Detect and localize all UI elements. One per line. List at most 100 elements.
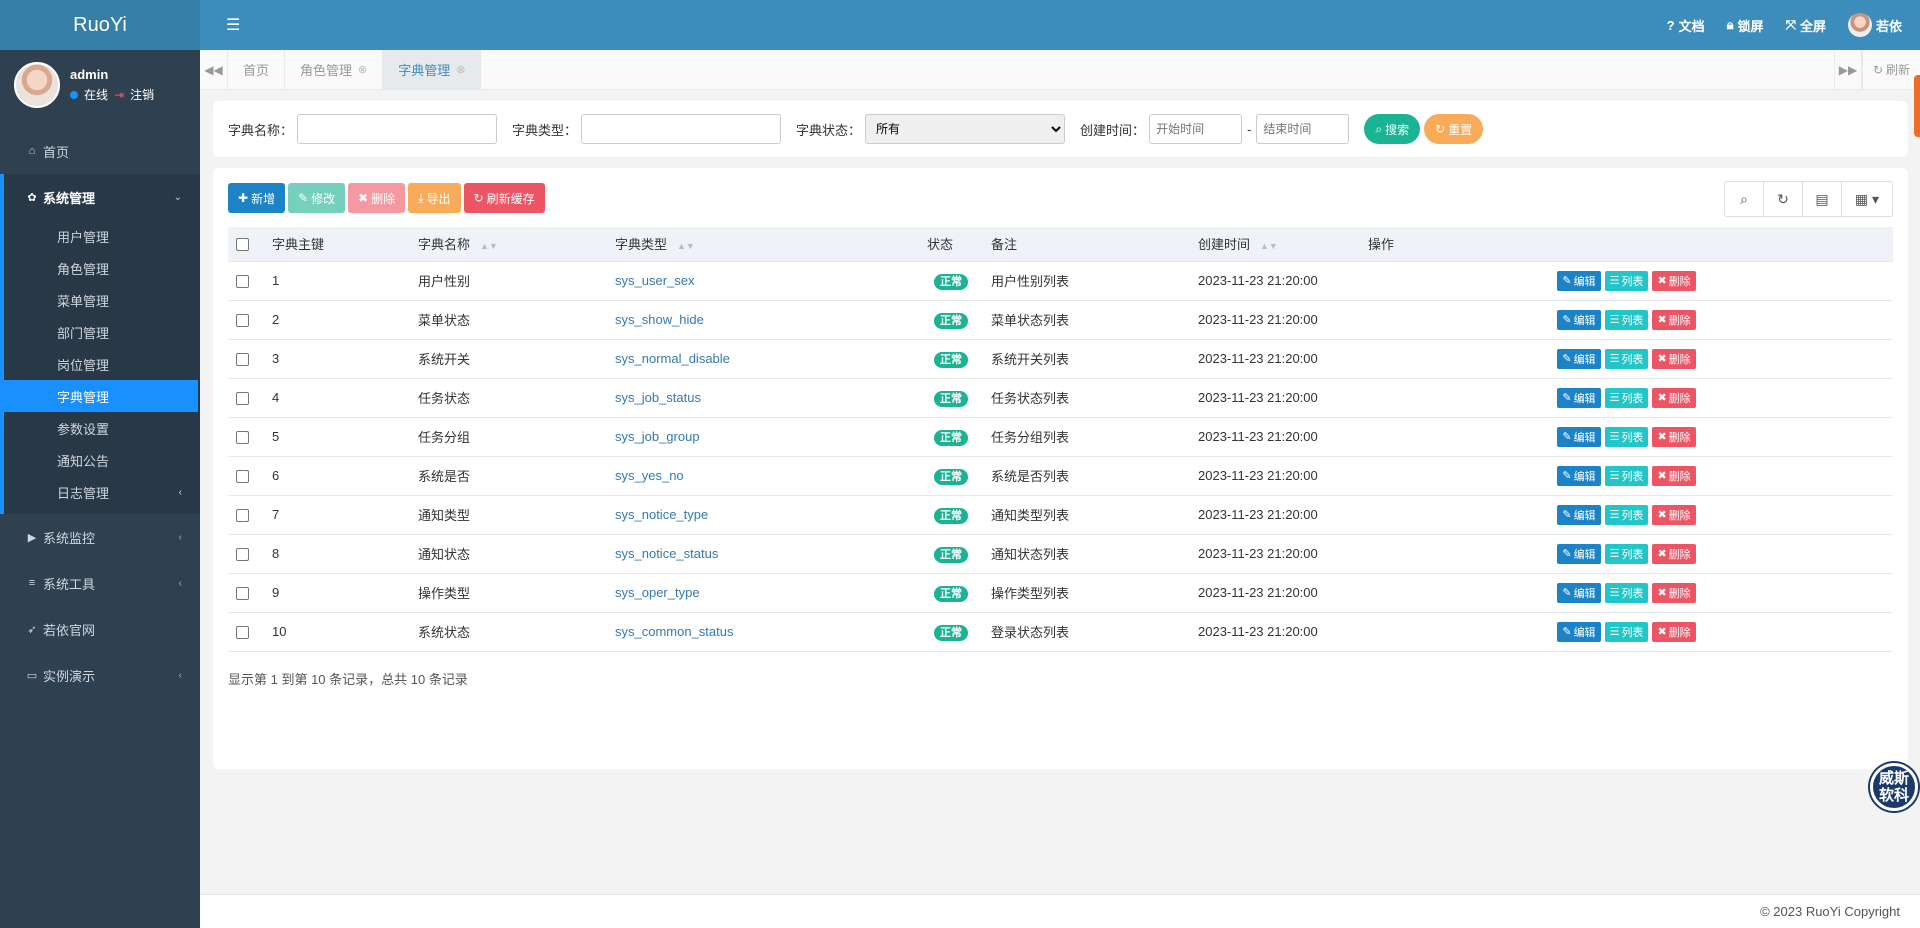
col-dict-name[interactable]: 字典名称 ▲▼ bbox=[410, 227, 607, 262]
row-delete-button[interactable]: ✖ 删除 bbox=[1652, 426, 1696, 447]
row-delete-button[interactable]: ✖ 删除 bbox=[1652, 543, 1696, 564]
row-list-button[interactable]: ☰ 列表 bbox=[1604, 309, 1649, 330]
row-checkbox[interactable] bbox=[236, 587, 249, 601]
dict-status-select[interactable]: 所有 bbox=[865, 114, 1066, 144]
row-delete-button[interactable]: ✖ 删除 bbox=[1652, 582, 1696, 603]
row-edit-button[interactable]: ✎ 编辑 bbox=[1557, 504, 1601, 525]
row-edit-button[interactable]: ✎ 编辑 bbox=[1557, 270, 1601, 291]
row-checkbox[interactable] bbox=[236, 314, 249, 328]
tab-dict[interactable]: 字典管理 ⊗ bbox=[383, 49, 482, 90]
dict-type-link[interactable]: sys_user_sex bbox=[615, 273, 694, 288]
row-checkbox[interactable] bbox=[236, 431, 249, 445]
dict-type-link[interactable]: sys_common_status bbox=[615, 624, 734, 639]
sidebar-subitem-menus[interactable]: 菜单管理 bbox=[4, 284, 200, 316]
row-list-button[interactable]: ☰ 列表 bbox=[1604, 582, 1649, 603]
row-checkbox[interactable] bbox=[236, 509, 249, 523]
dict-type-link[interactable]: sys_oper_type bbox=[615, 585, 700, 600]
brand-logo[interactable]: RuoYi bbox=[0, 0, 200, 50]
row-list-button[interactable]: ☰ 列表 bbox=[1604, 426, 1649, 447]
row-checkbox[interactable] bbox=[236, 626, 249, 640]
search-toggle-icon[interactable]: ⌕ bbox=[1725, 182, 1764, 216]
row-edit-button[interactable]: ✎ 编辑 bbox=[1557, 309, 1601, 330]
dict-type-link[interactable]: sys_show_hide bbox=[615, 312, 704, 327]
dict-type-input[interactable] bbox=[581, 114, 782, 144]
row-checkbox[interactable] bbox=[236, 470, 249, 484]
sidebar-item-monitor[interactable]: ▶ 系统监控 ‹ bbox=[0, 514, 200, 560]
logout-icon[interactable]: ⇥ bbox=[114, 88, 124, 102]
sidebar-subitem-posts[interactable]: 岗位管理 bbox=[4, 348, 200, 380]
sidebar-item-demo[interactable]: ▭ 实例演示 ‹ bbox=[0, 652, 200, 698]
row-delete-button[interactable]: ✖ 删除 bbox=[1652, 387, 1696, 408]
row-delete-button[interactable]: ✖ 删除 bbox=[1652, 348, 1696, 369]
col-dict-type[interactable]: 字典类型 ▲▼ bbox=[607, 227, 919, 262]
row-edit-button[interactable]: ✎ 编辑 bbox=[1557, 426, 1601, 447]
logout-link[interactable]: 注销 bbox=[130, 86, 154, 103]
row-list-button[interactable]: ☰ 列表 bbox=[1604, 543, 1649, 564]
row-delete-button[interactable]: ✖ 删除 bbox=[1652, 621, 1696, 642]
col-dict-id[interactable]: 字典主键 bbox=[264, 227, 410, 262]
row-list-button[interactable]: ☰ 列表 bbox=[1604, 270, 1649, 291]
sidebar-item-system[interactable]: ✿ 系统管理 ⌄ bbox=[4, 174, 200, 220]
tabs-scroll-right-icon[interactable]: ▶▶ bbox=[1834, 49, 1862, 90]
dict-type-link[interactable]: sys_yes_no bbox=[615, 468, 684, 483]
row-checkbox[interactable] bbox=[236, 353, 249, 367]
row-edit-button[interactable]: ✎ 编辑 bbox=[1557, 387, 1601, 408]
sidebar-item-website[interactable]: ➶ 若依官网 bbox=[0, 606, 200, 652]
fullscreen-link[interactable]: ⤧ 全屏 bbox=[1786, 16, 1826, 35]
sidebar-subitem-dict[interactable]: 字典管理 bbox=[4, 380, 198, 412]
doc-link[interactable]: ? 文档 bbox=[1667, 16, 1705, 35]
sidebar-subitem-config[interactable]: 参数设置 bbox=[4, 412, 200, 444]
row-delete-button[interactable]: ✖ 删除 bbox=[1652, 465, 1696, 486]
delete-button[interactable]: ✖ 删除 bbox=[348, 183, 406, 213]
user-menu[interactable]: 若依 bbox=[1847, 13, 1902, 37]
avatar[interactable] bbox=[14, 62, 60, 108]
lock-screen-link[interactable]: 🔒︎ 锁屏 bbox=[1727, 16, 1764, 35]
col-created[interactable]: 创建时间 ▲▼ bbox=[1190, 227, 1360, 262]
sidebar-subitem-users[interactable]: 用户管理 bbox=[4, 220, 200, 252]
row-list-button[interactable]: ☰ 列表 bbox=[1604, 504, 1649, 525]
row-list-button[interactable]: ☰ 列表 bbox=[1604, 387, 1649, 408]
row-delete-button[interactable]: ✖ 删除 bbox=[1652, 309, 1696, 330]
row-edit-button[interactable]: ✎ 编辑 bbox=[1557, 621, 1601, 642]
row-delete-button[interactable]: ✖ 删除 bbox=[1652, 270, 1696, 291]
tabs-scroll-left-icon[interactable]: ◀◀ bbox=[200, 49, 228, 90]
end-time-input[interactable] bbox=[1256, 114, 1350, 144]
floating-logo-badge[interactable]: 威斯软科 bbox=[1870, 763, 1918, 811]
dict-name-input[interactable] bbox=[297, 114, 498, 144]
close-icon[interactable]: ⊗ bbox=[456, 63, 465, 76]
sidebar-subitem-depts[interactable]: 部门管理 bbox=[4, 316, 200, 348]
row-list-button[interactable]: ☰ 列表 bbox=[1604, 621, 1649, 642]
row-delete-button[interactable]: ✖ 删除 bbox=[1652, 504, 1696, 525]
dict-type-link[interactable]: sys_normal_disable bbox=[615, 351, 730, 366]
refresh-icon[interactable]: ↻ bbox=[1764, 182, 1803, 216]
sidebar-item-home[interactable]: ⌂ 首页 bbox=[0, 128, 200, 174]
dict-type-link[interactable]: sys_job_status bbox=[615, 390, 701, 405]
row-checkbox[interactable] bbox=[236, 392, 249, 406]
side-handle[interactable] bbox=[1914, 75, 1920, 137]
refresh-cache-button[interactable]: ↻ 刷新缓存 bbox=[463, 183, 545, 213]
select-all-checkbox[interactable] bbox=[236, 238, 249, 252]
row-edit-button[interactable]: ✎ 编辑 bbox=[1557, 348, 1601, 369]
row-list-button[interactable]: ☰ 列表 bbox=[1604, 348, 1649, 369]
sidebar-item-tools[interactable]: ≡ 系统工具 ‹ bbox=[0, 560, 200, 606]
tab-home[interactable]: 首页 bbox=[228, 49, 286, 90]
columns-icon[interactable]: ▦ ▾ bbox=[1842, 182, 1892, 216]
reset-button[interactable]: ↻ 重置 bbox=[1424, 114, 1484, 144]
tab-roles[interactable]: 角色管理 ⊗ bbox=[285, 49, 384, 90]
row-edit-button[interactable]: ✎ 编辑 bbox=[1557, 543, 1601, 564]
search-button[interactable]: ⌕ 搜索 bbox=[1364, 114, 1421, 144]
edit-button[interactable]: ✎ 修改 bbox=[288, 183, 346, 213]
start-time-input[interactable] bbox=[1149, 114, 1243, 144]
sidebar-subitem-roles[interactable]: 角色管理 bbox=[4, 252, 200, 284]
row-list-button[interactable]: ☰ 列表 bbox=[1604, 465, 1649, 486]
sidebar-subitem-logs[interactable]: 日志管理 ‹ bbox=[4, 476, 200, 508]
row-checkbox[interactable] bbox=[236, 275, 249, 289]
row-edit-button[interactable]: ✎ 编辑 bbox=[1557, 465, 1601, 486]
sidebar-subitem-notice[interactable]: 通知公告 bbox=[4, 444, 200, 476]
menu-toggle-icon[interactable]: ☰ bbox=[226, 15, 240, 35]
refresh-tab-button[interactable]: ↻ 刷新 bbox=[1862, 49, 1920, 90]
row-edit-button[interactable]: ✎ 编辑 bbox=[1557, 582, 1601, 603]
export-button[interactable]: ⤓ 导出 bbox=[408, 183, 461, 213]
add-button[interactable]: ✚ 新增 bbox=[228, 183, 286, 213]
close-icon[interactable]: ⊗ bbox=[358, 63, 367, 76]
